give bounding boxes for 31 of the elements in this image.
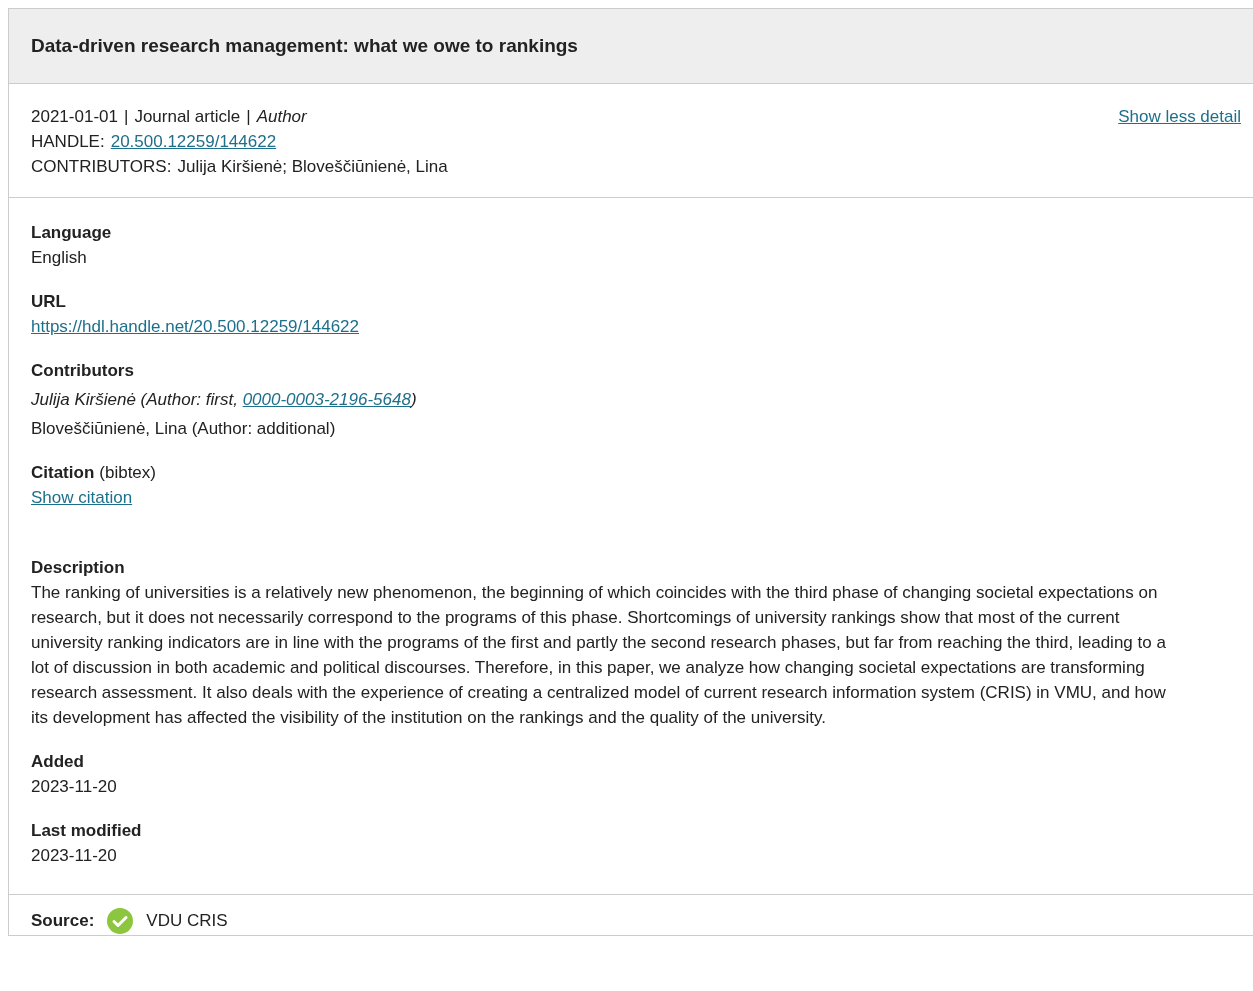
separator: |: [246, 106, 251, 128]
field-value: 2023-11-20: [31, 845, 118, 867]
meta-text: Author: [256, 106, 307, 128]
contributor-text: Julija Kiršienė (Author: first,: [31, 390, 239, 409]
contributor-text: ): [410, 390, 417, 409]
field-label: Language: [31, 223, 112, 242]
field-label: Added: [31, 752, 84, 771]
record-title: Data-driven research management: what we owe to rankings: [31, 33, 578, 58]
field-label: Contributors: [31, 361, 134, 380]
contributors-text: Julija Kiršienė; Bloveščiūnienė, Lina: [177, 156, 448, 178]
source-name: VDU CRIS: [146, 910, 228, 933]
handle-link[interactable]: 20.500.12259/144622: [110, 129, 277, 154]
show-citation-link[interactable]: Show citation: [31, 488, 133, 507]
field-value: 2023-11-20: [31, 776, 118, 798]
field-label: URL: [31, 292, 66, 311]
field-value: English: [31, 247, 88, 269]
field-label: Last modified: [31, 821, 142, 840]
check-icon: [106, 907, 135, 935]
handle-label: HANDLE:: [31, 131, 105, 153]
separator: |: [123, 106, 129, 128]
meta-text: 2021-01-01: [31, 106, 118, 128]
field-label: Citation: [31, 463, 95, 482]
field-label: Description: [31, 558, 125, 577]
source-label: Source:: [31, 910, 95, 933]
url-link[interactable]: https://hdl.handle.net/20.500.12259/144622: [31, 317, 359, 336]
citation-format: (bibtex): [99, 463, 156, 482]
contributors-label: CONTRIBUTORS:: [31, 156, 172, 178]
contributor-text: Bloveščiūnienė, Lina (Author: additional): [31, 419, 336, 438]
meta-text: Journal article: [134, 106, 241, 128]
field-value: The ranking of universities is a relatively new phenomenon, the beginning of which coincides with the third phase of changing societal expectations on research, but it does not necessarily correspond to the programs of this phase. Shortcomings of university rankings show that most of the current university ranking indicators are in line with the programs of the first and partly the second research phases, but far from reaching the third, leading to a lot of discussion in both academic and political discourses. Therefore, in this paper, we analyze how changing societal expectations are transforming research assessment. It also deals with the experience of creating a centralized model of current research information system (CRIS) in VMU, and how its development has affected the visibility of the institution on the rankings and the quality of the university.: [31, 582, 1167, 729]
show-less-detail-link[interactable]: Show less detail: [1118, 104, 1241, 129]
